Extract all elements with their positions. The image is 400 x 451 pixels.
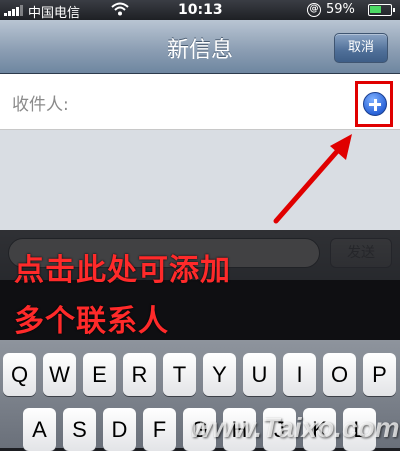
- watermark: www.Taixo.com: [190, 412, 400, 443]
- signal-strength-icon: [4, 5, 24, 16]
- clock: 10:13: [178, 2, 223, 18]
- rotation-lock-icon: @: [307, 3, 321, 17]
- key-a[interactable]: A: [23, 408, 56, 451]
- key-p[interactable]: P: [363, 353, 396, 396]
- navigation-bar: 新信息 取消: [0, 20, 400, 74]
- key-s[interactable]: S: [63, 408, 96, 451]
- key-e[interactable]: E: [83, 353, 116, 396]
- battery-percent: 59%: [326, 2, 355, 17]
- recipient-field[interactable]: 收件人:: [0, 74, 400, 130]
- key-i[interactable]: I: [283, 353, 316, 396]
- key-f[interactable]: F: [143, 408, 176, 451]
- battery-icon: [368, 4, 395, 16]
- key-r[interactable]: R: [123, 353, 156, 396]
- key-d[interactable]: D: [103, 408, 136, 451]
- carrier-name: 中国电信: [28, 6, 81, 21]
- annotation-line-2: 多个联系人: [14, 304, 169, 339]
- key-q[interactable]: Q: [3, 353, 36, 396]
- battery-level-fill: [370, 6, 382, 13]
- key-w[interactable]: W: [43, 353, 76, 396]
- recipient-label: 收件人:: [12, 95, 69, 115]
- key-o[interactable]: O: [323, 353, 356, 396]
- key-u[interactable]: U: [243, 353, 276, 396]
- key-t[interactable]: T: [163, 353, 196, 396]
- annotation-line-1: 点击此处可添加: [14, 253, 231, 288]
- wifi-icon: [111, 2, 129, 16]
- add-contact-button[interactable]: [363, 92, 387, 116]
- message-thread-area: [0, 130, 400, 230]
- status-bar: 中国电信 10:13 @ 59%: [0, 0, 400, 21]
- cancel-button[interactable]: 取消: [334, 33, 388, 63]
- key-y[interactable]: Y: [203, 353, 236, 396]
